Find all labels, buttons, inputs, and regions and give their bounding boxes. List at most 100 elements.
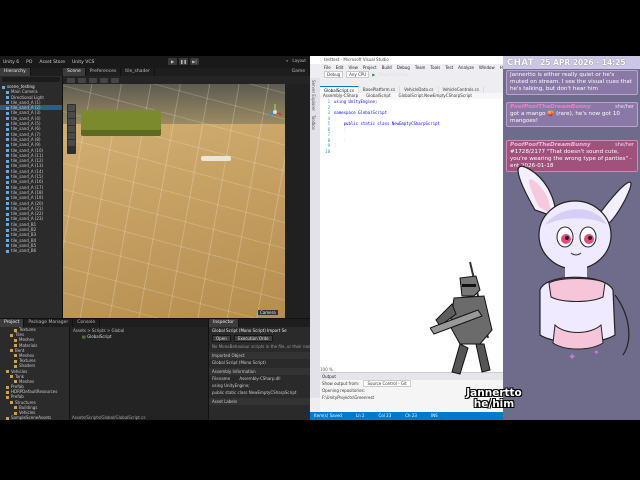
vs-menu-item[interactable]: Team: [415, 65, 426, 70]
inspector-title: Global Script (Mono Script) Import Se: [212, 328, 287, 333]
toolbox-tab[interactable]: Toolbox: [310, 113, 317, 132]
tab-game[interactable]: Game: [288, 68, 310, 76]
tool-scale-icon[interactable]: [68, 126, 75, 132]
folder-icon: [6, 390, 9, 394]
execution-order-button[interactable]: Execution Orde: [233, 335, 273, 342]
vs-menu-item[interactable]: File: [324, 65, 331, 70]
layout-dropdown[interactable]: Layout: [292, 58, 306, 63]
tab-console[interactable]: Console: [73, 319, 101, 327]
gameobject-icon: [6, 101, 9, 105]
code-text: }: [334, 137, 347, 143]
tab-baseplatform[interactable]: BasePlatform.cs: [359, 86, 401, 93]
hierarchy-search-input[interactable]: [2, 77, 60, 82]
vs-title-bar: testtest - Microsoft Visual Studio: [310, 56, 503, 64]
rotate-tool-icon[interactable]: [89, 77, 97, 83]
assembly-filename-row: Filename Assembly-CSharp.dll: [209, 375, 310, 382]
move-tool-icon[interactable]: [78, 77, 86, 83]
unity-menu-account[interactable]: PO: [26, 60, 32, 65]
inspector-tabbar: Inspector: [209, 319, 311, 327]
search-icon[interactable]: ⌕: [286, 58, 288, 63]
folder-icon: [14, 354, 17, 358]
tab-package-manager[interactable]: Package Manager: [24, 319, 74, 327]
project-tree: Textures Tiles Meshes Materials Bent Meshes Te…: [0, 327, 70, 420]
attach-play-icon[interactable]: ▶: [372, 72, 375, 77]
preview-using-line: using UnityEngine;: [212, 383, 250, 388]
output-source-select[interactable]: Source Control - Git: [363, 380, 411, 387]
gameobject-icon: [6, 106, 9, 110]
vs-menu-item[interactable]: Window: [479, 65, 495, 70]
assembly-info-header[interactable]: Assembly Information: [209, 368, 310, 375]
chat-heading: CHAT: [507, 57, 535, 68]
folder-icon: [6, 370, 9, 373]
vs-menu-item[interactable]: Build: [382, 65, 392, 70]
chat-message: Jannertto is either really quiet or he's…: [506, 70, 638, 95]
scene-viewport[interactable]: Camera: [63, 84, 285, 318]
tab-globalscript[interactable]: GlobalScript.cs: [320, 86, 359, 93]
tab-preferences[interactable]: Preferences: [86, 68, 122, 76]
tab-tile-shader[interactable]: tile_shader: [121, 68, 155, 76]
vs-toolbar: Debug Any CPU ▶ Attach to Unity: [310, 71, 503, 78]
gameobject-icon: [6, 164, 9, 168]
folder-icon: [10, 375, 13, 379]
step-icon[interactable]: ▶|: [190, 58, 199, 65]
hierarchy-item-label: tile_sand_A (19): [11, 195, 44, 201]
project-folder-item[interactable]: SampleSceneAssets: [0, 415, 69, 420]
script-file-icon: ▤: [82, 334, 86, 339]
tool-move-icon[interactable]: [68, 112, 75, 118]
gameobject-icon: [6, 180, 9, 184]
vs-menu-item[interactable]: Tools: [430, 65, 440, 70]
gameobject-icon: [6, 127, 9, 131]
unity-menu-asset-store[interactable]: Asset Store: [39, 60, 65, 65]
code-line[interactable]: 10: [320, 149, 503, 155]
asset-file-item[interactable]: ▤ GlobalScript: [70, 333, 208, 340]
gameobject-icon: [6, 191, 9, 195]
view-options-icon[interactable]: [111, 77, 119, 83]
tab-inspector[interactable]: Inspector: [209, 319, 239, 327]
knight-avatar-illustration: [430, 261, 493, 375]
tab-hierarchy[interactable]: Hierarchy: [0, 68, 31, 76]
tab-scene[interactable]: Scene: [63, 68, 86, 76]
hand-tool-icon[interactable]: [67, 77, 75, 83]
unity-menu-version[interactable]: Unity 6: [3, 60, 19, 65]
tool-rect-icon[interactable]: [68, 133, 75, 139]
platform-select[interactable]: Any CPU: [346, 71, 370, 78]
vs-menu-item[interactable]: Project: [363, 65, 377, 70]
chat-message-text: Jannertto is either really quiet or he's…: [510, 72, 633, 92]
orientation-gizmo-icon[interactable]: [265, 102, 285, 122]
unity-menu-vcs[interactable]: Unity VCS: [72, 60, 94, 65]
vs-menu-item[interactable]: Analyze: [458, 65, 474, 70]
asset-labels-header[interactable]: Asset Labels: [209, 398, 310, 405]
vs-menu-item[interactable]: View: [348, 65, 358, 70]
attach-to-unity-button[interactable]: Attach to Unity: [378, 72, 408, 77]
gameobject-icon: [6, 122, 9, 126]
hierarchy-tabbar: Hierarchy: [0, 68, 63, 76]
tab-project[interactable]: Project: [0, 319, 25, 327]
inspector-panel: Inspector Global Script (Mono Script) Im…: [208, 319, 311, 420]
tab-vehiclecontrols[interactable]: VehicleControls.cs: [439, 86, 484, 93]
hierarchy-item-label: tile_sand_A (3): [11, 110, 41, 116]
config-select[interactable]: Debug: [324, 71, 344, 78]
imported-object-header[interactable]: Imported Object: [209, 352, 310, 359]
chat-pronouns: she/her: [615, 142, 634, 148]
tool-transform-icon[interactable]: [68, 140, 75, 146]
hierarchy-item[interactable]: tile_sand_B6: [0, 248, 62, 253]
tool-rotate-icon[interactable]: [68, 119, 75, 125]
open-button[interactable]: Open: [212, 335, 231, 342]
vs-menu-item[interactable]: Test: [445, 65, 453, 70]
gameobject-icon: [6, 133, 9, 137]
pause-icon[interactable]: ❚❚: [179, 58, 188, 65]
play-icon[interactable]: ▶: [168, 58, 177, 65]
vs-menu-item[interactable]: Edit: [336, 65, 344, 70]
server-explorer-tab[interactable]: Server Explorer: [310, 78, 317, 113]
chat-username: PoofPoofTheDreamBunny: [510, 104, 591, 110]
scale-tool-icon[interactable]: [100, 77, 108, 83]
tool-hand-icon[interactable]: [68, 105, 75, 111]
camera-mode-label[interactable]: Camera: [258, 310, 278, 315]
hierarchy-item-label: tile_sand_A (4): [11, 115, 41, 121]
tab-vehicledata[interactable]: VehicleData.cs: [400, 86, 439, 93]
chat-message-text: got a mango 🍑 (rare), he's now got 10 ma…: [510, 111, 620, 124]
inspector-buttons: Open Execution Orde: [209, 334, 310, 343]
unity-menubar: Unity 6 PO Asset Store Unity VCS ▶ ❚❚ ▶|…: [0, 56, 310, 68]
vs-menu-item[interactable]: Debug: [397, 65, 410, 70]
hierarchy-item-label: tile_sand_A (10): [11, 147, 44, 153]
